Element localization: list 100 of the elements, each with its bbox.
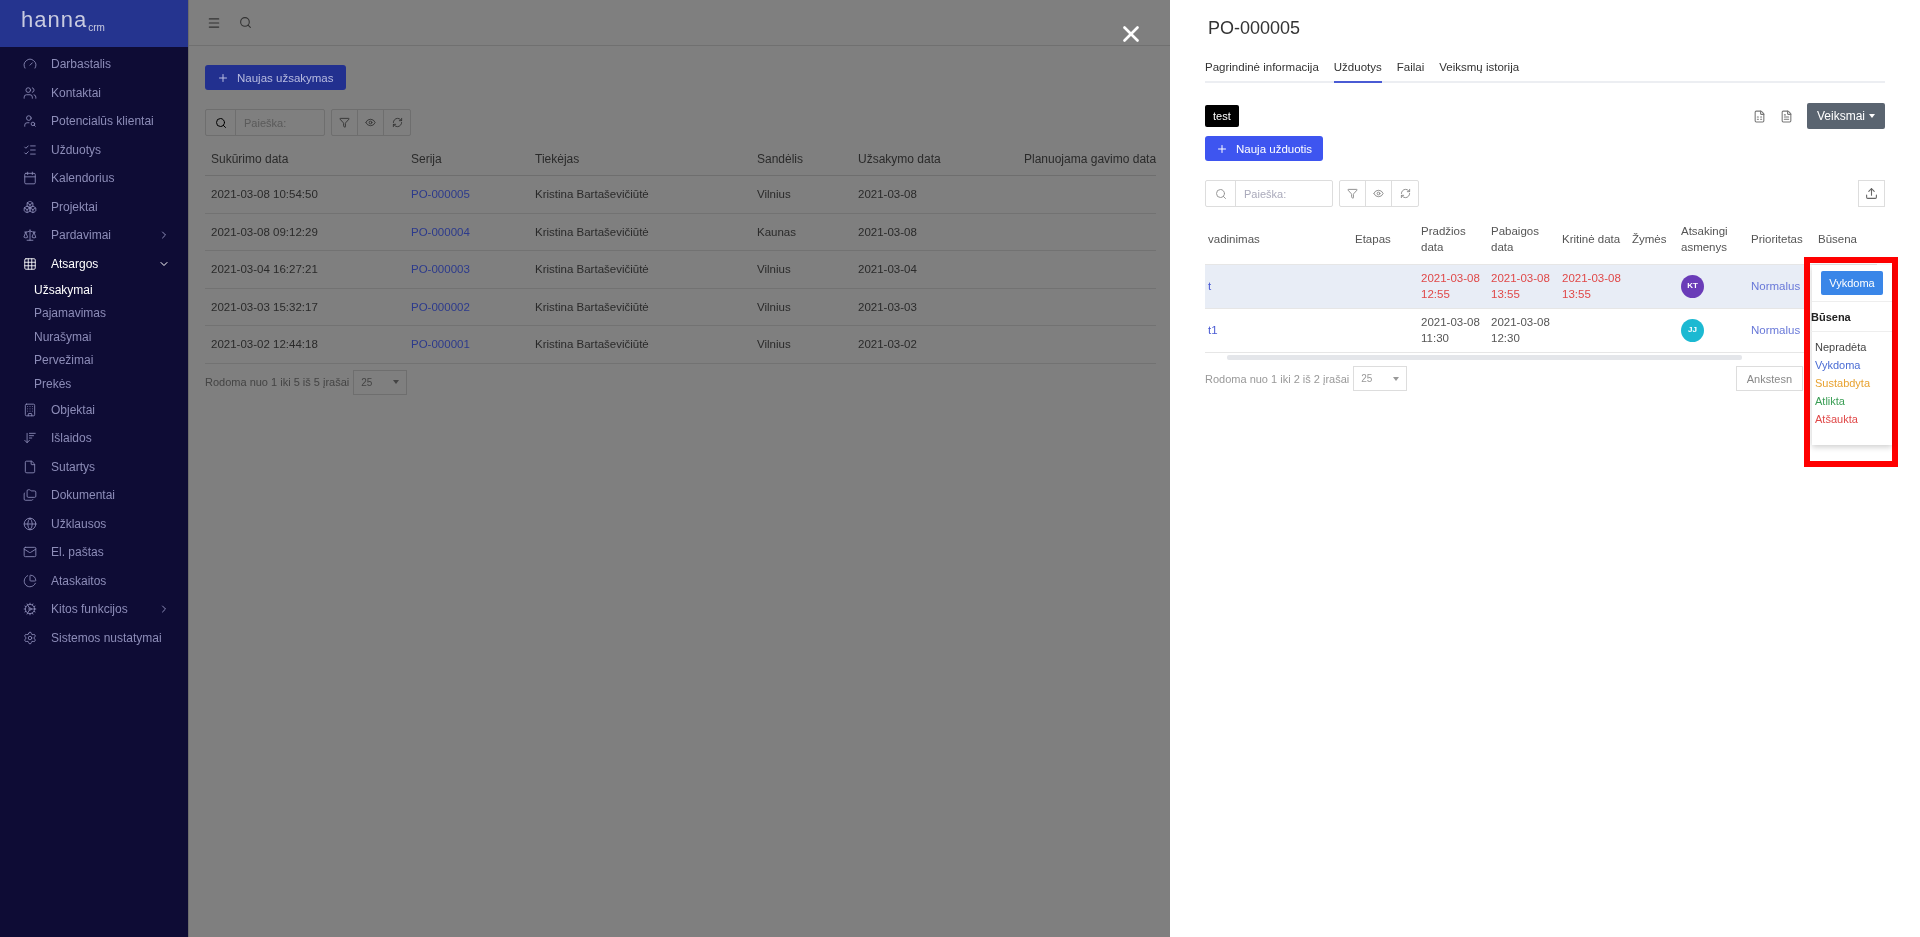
nav-icon <box>23 402 37 417</box>
nav-icon <box>23 602 37 617</box>
sidebar-item[interactable]: Kontaktai <box>0 78 188 107</box>
nav-icon <box>23 516 37 531</box>
table-cell: Kristina Bartaševičiūtė <box>529 213 751 251</box>
table-cell: Vilnius <box>751 288 852 326</box>
column-header[interactable]: Tiekėjas <box>529 142 751 176</box>
column-header[interactable]: Planuojama gavimo data <box>1018 142 1157 176</box>
table-cell: 2021-03-03 15:32:17 <box>205 288 405 326</box>
new-task-button[interactable]: Nauja užduotis <box>1205 136 1324 161</box>
sidebar-subitem[interactable]: Užsakymai <box>0 278 188 302</box>
sidebar-item[interactable]: Išlaidos <box>0 424 188 453</box>
sidebar-item[interactable]: Sutartys <box>0 452 188 481</box>
table-cell: Vilnius <box>751 251 852 289</box>
menu-option[interactable]: Vykdoma <box>1812 356 1892 374</box>
nav-icon <box>23 256 37 271</box>
drawer-title: PO-000005 <box>1208 18 1302 39</box>
task-link[interactable]: t <box>1208 278 1212 295</box>
nav-icon <box>23 488 37 503</box>
column-header[interactable]: Sukūrimo data <box>205 142 405 176</box>
tab[interactable]: Veiksmų istorija <box>1439 59 1520 83</box>
menu-option[interactable]: Atšaukta <box>1812 410 1892 428</box>
date-text: 2021-03-08 12:30 <box>1491 315 1551 346</box>
avatar: JJ <box>1681 319 1704 342</box>
sidebar-item[interactable]: Darbastalis <box>0 50 188 79</box>
sidebar-item[interactable]: Pardavimai <box>0 221 188 250</box>
tab[interactable]: Pagrindinė informacija <box>1205 59 1319 83</box>
table-cell: Kaunas <box>751 213 852 251</box>
search-input[interactable]: Paieška: <box>1236 181 1332 206</box>
priority-link[interactable]: Normalus <box>1751 322 1801 339</box>
actions-button[interactable]: Veiksmai <box>1806 103 1885 129</box>
sidebar-item[interactable]: Objektai <box>0 395 188 424</box>
plus-icon <box>1216 142 1228 155</box>
table-cell: 2021-03-08 09:12:29 <box>205 213 405 251</box>
sidebar-item[interactable]: Kalendorius <box>0 164 188 193</box>
nav-icon <box>23 171 37 186</box>
pdf-file-icon[interactable] <box>1779 109 1793 123</box>
sidebar-item[interactable]: Atsargos <box>0 249 188 278</box>
table-cell: 2021-03-02 <box>852 326 1018 364</box>
nav-icon <box>23 142 37 157</box>
column-header[interactable]: Serija <box>405 142 529 176</box>
table-cell: 2021-03-03 <box>852 288 1018 326</box>
table-row[interactable]: t 2021-03-08 12:55 2021-03-08 13:55 2021-03-08 13:55 KT Normalus <box>1205 265 1804 309</box>
scrollbar[interactable] <box>1227 355 1742 360</box>
nav-icon <box>23 199 37 214</box>
sidebar-item[interactable]: El. paštas <box>0 538 188 567</box>
table-cell: 2021-03-02 12:44:18 <box>205 326 405 364</box>
upload-icon[interactable] <box>1858 180 1885 207</box>
menu-option[interactable]: Nepradėta <box>1812 338 1892 356</box>
nav-icon <box>23 114 37 129</box>
table-cell: Kristina Bartaševičiūtė <box>529 251 751 289</box>
status-button[interactable]: Vykdoma <box>1821 271 1883 295</box>
column-header[interactable]: Sandėlis <box>751 142 852 176</box>
new-order-button[interactable]: Naujas užsakymas <box>205 65 346 90</box>
table-cell: Kristina Bartaševičiūtė <box>529 326 751 364</box>
sidebar-subitem[interactable]: Pajamavimas <box>0 301 188 325</box>
priority-link[interactable]: Normalus <box>1751 278 1801 295</box>
tab[interactable]: Užduotys <box>1333 59 1382 83</box>
table-cell: 2021-03-04 16:27:21 <box>205 251 405 289</box>
menu-icon[interactable] <box>207 15 221 30</box>
nav-icon <box>23 545 37 560</box>
sidebar-item[interactable]: Dokumentai <box>0 481 188 510</box>
table-cell: Kristina Bartaševičiūtė <box>529 288 751 326</box>
task-link[interactable]: t1 <box>1208 322 1218 339</box>
nav-icon <box>23 459 37 474</box>
logo-suffix: crm <box>88 22 105 33</box>
sidebar-item[interactable]: Užklausos <box>0 509 188 538</box>
sidebar-item[interactable]: Užduotys <box>0 135 188 164</box>
date-text: 2021-03-08 11:30 <box>1421 315 1481 346</box>
logo-name: hanna <box>21 7 88 33</box>
menu-heading: Būsena <box>1811 302 1892 332</box>
sidebar-item[interactable]: Projektai <box>0 192 188 221</box>
tab[interactable]: Failai <box>1396 59 1425 83</box>
previous-button[interactable]: Ankstesn <box>1735 366 1803 391</box>
table-cell: Vilnius <box>751 176 852 214</box>
avatar: KT <box>1681 275 1704 298</box>
spreadsheet-file-icon[interactable] <box>1752 109 1766 123</box>
sidebar-item[interactable]: Kitos funkcijos <box>0 595 188 624</box>
nav-icon <box>23 630 37 645</box>
search-icon[interactable] <box>239 16 252 29</box>
nav-icon <box>23 228 37 243</box>
table-cell: 2021-03-08 <box>852 176 1018 214</box>
sidebar-item[interactable]: Potencialūs klientai <box>0 107 188 136</box>
sidebar-item[interactable]: Sistemos nustatymai <box>0 623 188 652</box>
sidebar-subitem[interactable]: Nurašymai <box>0 325 188 349</box>
date-text: 2021-03-08 13:55 <box>1491 271 1551 302</box>
nav-icon <box>23 85 37 100</box>
tag: test <box>1205 105 1239 127</box>
plus-icon <box>217 71 229 84</box>
search-icon[interactable] <box>1214 187 1227 200</box>
sidebar-item[interactable]: Ataskaitos <box>0 566 188 595</box>
sidebar-subitem[interactable]: Pervežimai <box>0 348 188 372</box>
search-icon[interactable] <box>214 116 227 129</box>
sidebar-subitem[interactable]: Prekės <box>0 372 188 396</box>
column-header[interactable]: Užsakymo data <box>852 142 1018 176</box>
table-cell: Vilnius <box>751 326 852 364</box>
menu-option[interactable]: Atlikta <box>1812 392 1892 410</box>
table-cell: 2021-03-08 10:54:50 <box>205 176 405 214</box>
table-cell: 2021-03-08 <box>852 213 1018 251</box>
table-cell: Kristina Bartaševičiūtė <box>529 176 751 214</box>
